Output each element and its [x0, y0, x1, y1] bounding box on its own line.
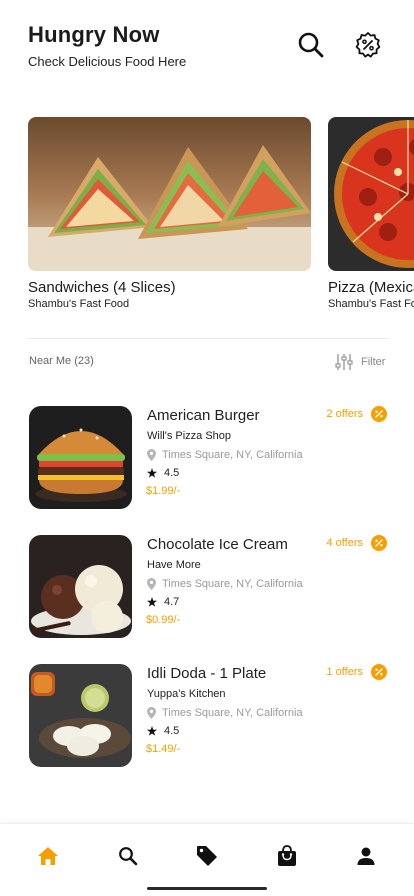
- list-item[interactable]: Chocolate Ice Cream Have More Times Squa…: [29, 535, 389, 639]
- sliders-icon: [335, 354, 353, 370]
- offer-badge-icon: [371, 664, 387, 680]
- search-button[interactable]: [296, 30, 326, 60]
- item-rating-value: 4.7: [164, 596, 180, 608]
- featured-card[interactable]: Sandwiches (4 Slices) Shambu's Fast Food: [28, 117, 311, 310]
- sandwich-image: [28, 117, 311, 271]
- filter-button[interactable]: Filter: [335, 352, 385, 372]
- list-item[interactable]: Idli Doda - 1 Plate Yuppa's Kitchen Time…: [29, 664, 389, 768]
- pizza-image: [328, 117, 414, 271]
- nav-offers[interactable]: [195, 844, 219, 868]
- home-icon: [38, 847, 58, 865]
- item-offers-label: 1 offers: [326, 666, 364, 678]
- offers-button[interactable]: [353, 30, 383, 60]
- item-offers[interactable]: 4 offers: [326, 535, 387, 551]
- featured-item-name: Pizza (Mexican): [328, 279, 414, 296]
- item-price: $0.99/-: [146, 614, 181, 626]
- item-rating-value: 4.5: [164, 467, 180, 479]
- item-rating-value: 4.5: [164, 725, 180, 737]
- location-pin-icon: [147, 449, 156, 461]
- profile-icon: [357, 847, 375, 865]
- nav-bag[interactable]: [275, 844, 299, 868]
- search-icon: [298, 32, 324, 58]
- ice-cream-image: [29, 535, 132, 638]
- percent-badge-icon: [355, 32, 381, 58]
- item-offers[interactable]: 2 offers: [326, 406, 387, 422]
- item-location-text: Times Square, NY, California: [162, 707, 303, 719]
- item-name: Idli Doda - 1 Plate: [147, 665, 267, 682]
- nav-search[interactable]: [116, 844, 140, 868]
- item-name: Chocolate Ice Cream: [147, 536, 288, 553]
- offer-badge-icon: [371, 406, 387, 422]
- location-pin-icon: [147, 707, 156, 719]
- tag-icon: [197, 846, 217, 866]
- burger-image: [29, 406, 132, 509]
- featured-item-shop: Shambu's Fast Food: [328, 298, 414, 310]
- item-offers-label: 4 offers: [326, 537, 364, 549]
- nav-home[interactable]: [36, 844, 60, 868]
- location-pin-icon: [147, 578, 156, 590]
- near-me-label[interactable]: Near Me (23): [29, 355, 94, 367]
- bottom-navigation: [0, 823, 414, 896]
- item-price: $1.49/-: [146, 743, 181, 755]
- item-rating: 4.5: [147, 725, 179, 737]
- featured-item-name: Sandwiches (4 Slices): [28, 279, 176, 296]
- item-rating: 4.5: [147, 467, 179, 479]
- item-location: Times Square, NY, California: [147, 449, 303, 461]
- featured-carousel[interactable]: Sandwiches (4 Slices) Shambu's Fast Food: [28, 117, 414, 317]
- item-offers[interactable]: 1 offers: [326, 664, 387, 680]
- item-offers-label: 2 offers: [326, 408, 364, 420]
- item-location-text: Times Square, NY, California: [162, 578, 303, 590]
- page-title: Hungry Now: [28, 22, 160, 47]
- star-icon: [147, 468, 157, 478]
- shopping-bag-icon: [278, 845, 296, 866]
- item-shop: Have More: [147, 559, 201, 571]
- item-rating: 4.7: [147, 596, 179, 608]
- nav-profile[interactable]: [354, 844, 378, 868]
- item-price: $1.99/-: [146, 485, 181, 497]
- app-header: Hungry Now Check Delicious Food Here: [28, 20, 388, 76]
- item-shop: Will's Pizza Shop: [147, 430, 232, 442]
- item-shop: Yuppa's Kitchen: [147, 688, 226, 700]
- filter-label: Filter: [361, 356, 386, 368]
- item-location-text: Times Square, NY, California: [162, 449, 303, 461]
- item-name: American Burger: [147, 407, 260, 424]
- offer-badge-icon: [371, 535, 387, 551]
- featured-card[interactable]: Pizza (Mexican) Shambu's Fast Food: [328, 117, 414, 310]
- search-icon: [119, 847, 138, 866]
- idli-image: [29, 664, 132, 767]
- home-indicator[interactable]: [147, 887, 267, 890]
- page-subtitle: Check Delicious Food Here: [28, 54, 187, 69]
- item-location: Times Square, NY, California: [147, 707, 303, 719]
- list-item[interactable]: American Burger Will's Pizza Shop Times …: [29, 406, 389, 510]
- star-icon: [147, 726, 157, 736]
- section-divider: [28, 338, 388, 339]
- featured-item-shop: Shambu's Fast Food: [28, 298, 130, 310]
- star-icon: [147, 597, 157, 607]
- item-location: Times Square, NY, California: [147, 578, 303, 590]
